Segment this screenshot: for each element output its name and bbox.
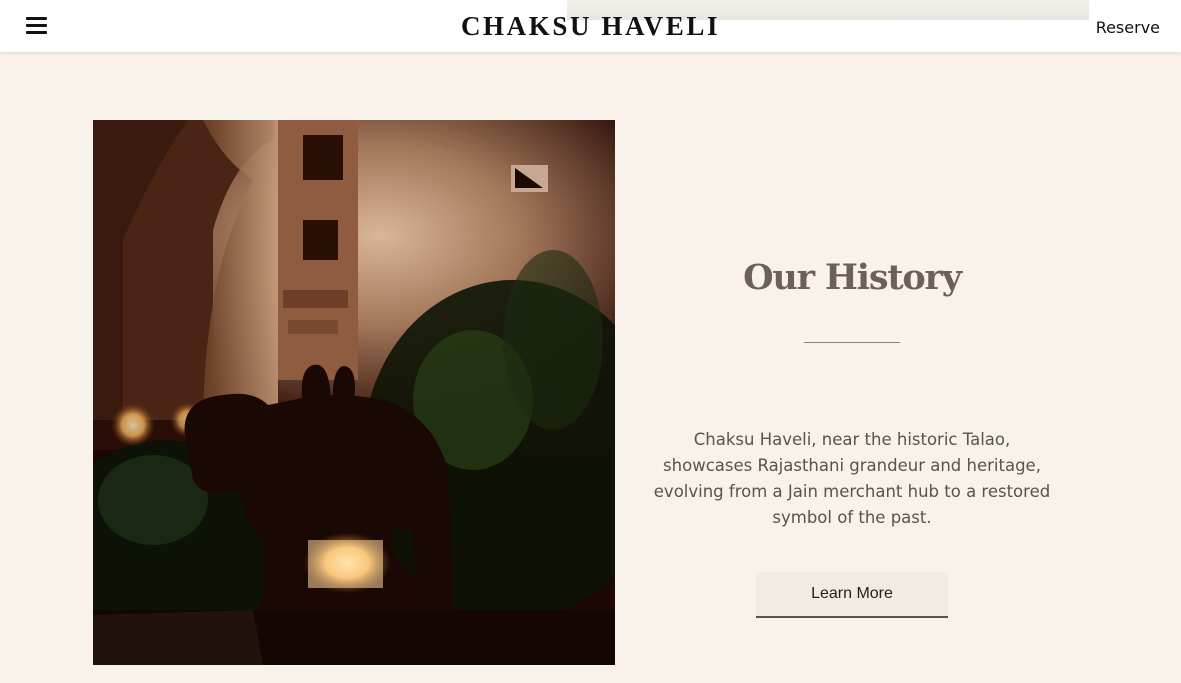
elephant-courtyard-image xyxy=(93,120,615,665)
title-divider xyxy=(804,342,900,343)
history-description: Chaksu Haveli, near the historic Talao, … xyxy=(653,429,1051,527)
reserve-link[interactable]: Reserve xyxy=(1096,18,1160,37)
site-header: CHAKSU HAVELI Reserve xyxy=(0,0,1181,52)
brand-logo[interactable]: CHAKSU HAVELI xyxy=(0,11,1181,42)
learn-more-button[interactable]: Learn More xyxy=(756,572,948,618)
section-title: Our History xyxy=(743,257,962,299)
history-photo xyxy=(93,120,615,665)
